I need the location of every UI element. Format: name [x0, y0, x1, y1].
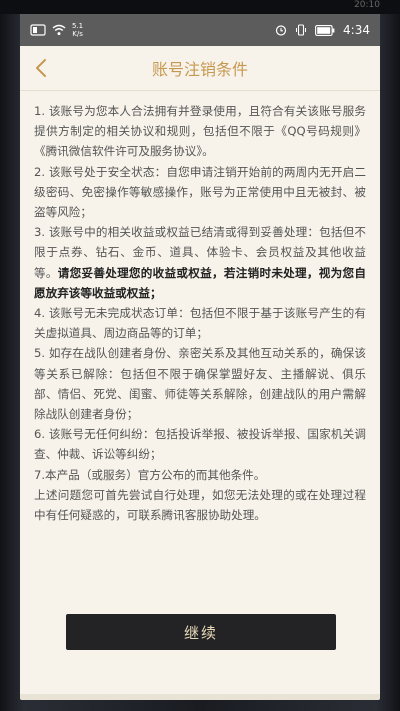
term-item-3-bold: 请您妥善处理您的收益或权益，若注销时未处理，视为您自愿放弃该等收益或权益； [34, 265, 366, 300]
term-item-6: 6. 该账号无任何纠纷：包括投诉举报、被投诉举报、国家机关调查、仲裁、诉讼等纠纷… [34, 427, 366, 462]
continue-button[interactable]: 继续 [66, 614, 336, 650]
term-footnote: 上述问题您可首先尝试自行处理，如您无法处理的或在处理过程中有任何疑惑的，可联系腾… [34, 487, 366, 523]
status-bar: 5.1 K/s 4:34 [20, 14, 380, 46]
sim-icon [30, 24, 46, 36]
term-item-3: 3. 该账号中的相关收益或权益已结清或得到妥善处理：包括但不限于点券、钻石、金币… [34, 222, 366, 303]
screen: 5.1 K/s 4:34 账号注销条件 1. 该账号为您本人合法拥有并登录使用，… [20, 14, 380, 700]
wifi-icon [52, 24, 66, 36]
back-button[interactable] [28, 54, 56, 82]
net-speed: 5.1 K/s [72, 22, 84, 38]
page-title: 账号注销条件 [151, 60, 248, 79]
alarm-icon [275, 25, 287, 36]
status-time: 4:34 [343, 23, 370, 37]
term-item-5: 5. 如存在战队创建者身份、亲密关系及其他互动关系的，确保该等关系已解除：包括但… [34, 346, 366, 422]
term-item-2: 2. 该账号处于安全状态：自您申请注销开始前的两周内无开启二级密码、免密操作等敏… [34, 164, 366, 220]
vibrate-icon [296, 24, 307, 36]
page-header: 账号注销条件 [20, 46, 380, 91]
top-clock: 20:10 [354, 0, 380, 10]
chevron-left-icon [36, 59, 46, 77]
term-item-4: 4. 该账号无未完成状态订单：包括但不限于基于该账号产生的有关虚拟道具、周边商品… [34, 306, 366, 341]
battery-icon [315, 24, 335, 36]
terms-content: 1. 该账号为您本人合法拥有并登录使用，且符合有关该账号服务提供方制定的相关协议… [20, 91, 380, 525]
term-item-1: 1. 该账号为您本人合法拥有并登录使用，且符合有关该账号服务提供方制定的相关协议… [34, 104, 366, 159]
term-item-7: 7.本产品（或服务）官方公布的而其他条件。 [34, 467, 266, 482]
top-strip: 20:10 [0, 0, 400, 14]
bottom-bar [20, 694, 380, 700]
